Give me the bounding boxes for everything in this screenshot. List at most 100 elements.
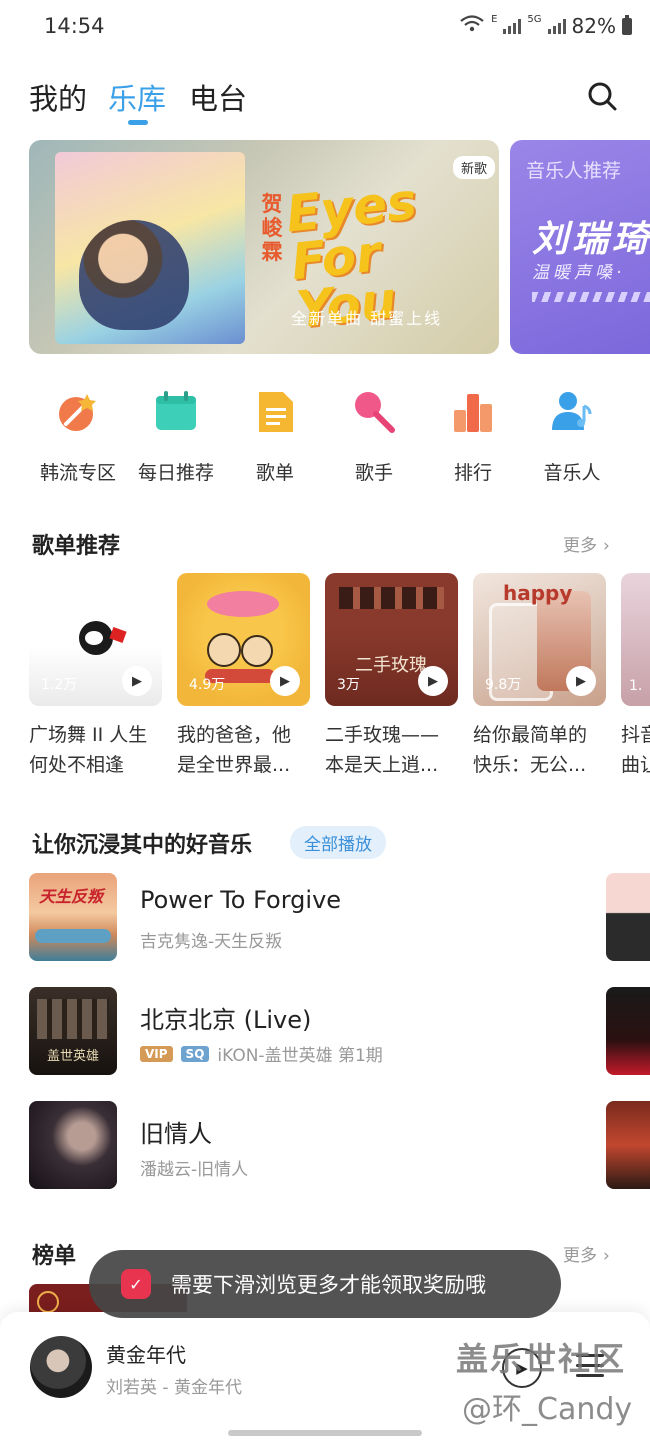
category-daily[interactable]: 每日推荐 [127,390,225,485]
watermark-handle: @环_Candy [462,1392,633,1427]
cover-figure-face [85,631,103,645]
now-playing-artist: 刘若英 - 黄金年代 [106,1378,242,1398]
tab-radio[interactable]: 电台 [189,76,247,118]
reward-check-icon: ✓ [121,1269,151,1299]
playlist-card[interactable]: 二手玫瑰 3万 ▶ 二手玫瑰—— 本是天上逍... [325,573,458,780]
song-cover-peek[interactable] [606,873,650,961]
play-count: 9.8万 [485,677,522,693]
charts-more-link[interactable]: 更多 › [563,1241,610,1266]
play-icon[interactable]: ▶ [122,666,152,696]
banner-subtitle: 全新单曲 甜蜜上线 [291,309,443,328]
playlist-title-line2: 是全世界最... [177,754,291,776]
playlist-cover: 4.9万 ▶ [177,573,310,706]
song-cover-peek[interactable] [606,987,650,1075]
play-icon[interactable]: ▶ [566,666,596,696]
play-count: 1. [629,678,643,694]
song-artist-album: 吉克隽逸-天生反叛 [140,932,283,952]
play-count: 3万 [337,677,360,693]
banner-artist-image [79,220,189,330]
new-badge: 新歌 [452,156,495,179]
play-icon[interactable]: ▶ [270,666,300,696]
song-artist-album: iKON-盖世英雄 第1期 [217,1046,383,1066]
playlist-title: 二手玫瑰—— 本是天上逍... [325,720,458,780]
category-playlists[interactable]: 歌单 [226,390,324,485]
playlist-card[interactable]: 4.9万 ▶ 我的爸爸，他 是全世界最... [177,573,310,780]
song-cover[interactable] [29,1101,117,1189]
cover-car [35,929,111,943]
song-title[interactable]: 旧情人 [140,1114,212,1149]
cover-group-figures [37,999,109,1039]
playlist-card[interactable]: happy 9.8万 ▶ 给你最简单的 快乐：无公... [473,573,606,780]
banner-musician-label: 音乐人推荐 [526,160,622,182]
search-icon[interactable] [586,80,618,116]
cover-bubble [207,591,279,617]
home-indicator[interactable] [228,1430,422,1436]
playlist-section-title: 歌单推荐 [32,534,121,559]
playlist-more-link[interactable]: 更多 › [563,531,610,556]
signal-icon [503,18,522,34]
more-label: 更多 [563,1246,597,1266]
sq-badge: SQ [180,1045,210,1062]
banner-new-single[interactable]: 贺峻霖 Eyes For You 全新单曲 甜蜜上线 新歌 [29,140,499,354]
banner-musician[interactable]: 音乐人推荐 刘瑞琦 温暖声嗓· [510,140,650,354]
status-icons: E 5G 82% [459,14,632,38]
tab-mine[interactable]: 我的 [29,76,87,118]
playlist-card[interactable]: 1.2万 ▶ 广场舞 II 人生 何处不相逢 [29,573,162,780]
playlist-title: 给你最简单的 快乐：无公... [473,720,606,780]
ranking-icon [451,390,495,434]
mini-player[interactable]: 黄金年代 刘若英 - 黄金年代 ▶ 盖乐世社区 @环_Candy [0,1312,650,1444]
song-artist-album: 潘越云-旧情人 [140,1160,249,1180]
chevron-right-icon: › [603,1246,610,1266]
banner-stripes [532,292,650,302]
song-cover[interactable]: 天生反叛 [29,873,117,961]
now-playing-cover[interactable] [30,1336,92,1398]
signal-icon-2 [547,18,566,34]
category-ranking[interactable]: 排行 [424,390,522,485]
tab-library[interactable]: 乐库 [108,76,166,118]
category-musicians[interactable]: 音乐人 [523,390,621,485]
wifi-icon [459,14,485,38]
category-label: 每日推荐 [137,462,214,484]
playlist-title: 我的爸爸，他 是全世界最... [177,720,310,780]
song-title[interactable]: 北京北京 (Live) [140,1000,311,1035]
playlist-title-line1: 抖音 [621,724,650,746]
charts-section-title: 榜单 [32,1244,77,1269]
reward-toast: ✓ 需要下滑浏览更多才能领取奖励哦 [89,1250,561,1318]
playlist-title-line2: 曲让 [621,754,650,776]
chart-logo-icon [37,1291,59,1313]
song-cover[interactable]: 盖世英雄 [29,987,117,1075]
battery-percent: 82% [571,14,616,38]
network-type-1: E [491,14,498,25]
chevron-right-icon: › [603,536,610,556]
playlist-title-line2: 何处不相逢 [29,754,125,776]
category-singers[interactable]: 歌手 [325,390,423,485]
playlist-title-line1: 我的爸爸，他 [177,724,292,746]
banner-musician-subtitle: 温暖声嗓· [532,263,626,283]
play-all-button[interactable]: 全部播放 [290,826,386,859]
song-cover-peek[interactable] [606,1101,650,1189]
song-title[interactable]: Power To Forgive [140,886,341,914]
cover-title-art: 天生反叛 [39,887,104,906]
watermark-community: 盖乐世社区 [456,1340,627,1378]
tab-indicator [128,120,148,125]
category-label: 排行 [453,462,492,484]
cover-title-art: 盖世英雄 [47,1049,100,1064]
korean-zone-icon [56,390,100,434]
status-time: 14:54 [44,14,105,38]
battery-icon [622,14,632,35]
play-count: 4.9万 [189,677,226,693]
category-korean[interactable]: 韩流专区 [29,390,127,485]
playlist-title-line2: 本是天上逍... [325,754,439,776]
play-icon[interactable]: ▶ [418,666,448,696]
cover-figure [207,633,241,667]
song-subtitle: 吉克隽逸-天生反叛 [140,927,282,952]
playlist-doc-icon [253,390,297,434]
category-label: 韩流专区 [39,462,116,484]
category-label: 歌单 [255,462,294,484]
playlist-title-line1: 给你最简单的 [473,724,588,746]
play-count: 1.2万 [41,677,78,693]
now-playing-title: 黄金年代 [106,1343,186,1367]
vip-badge: VIP [140,1045,173,1062]
playlist-cover: 二手玫瑰 3万 ▶ [325,573,458,706]
playlist-card[interactable]: 1. 抖音 曲让 [621,573,650,780]
